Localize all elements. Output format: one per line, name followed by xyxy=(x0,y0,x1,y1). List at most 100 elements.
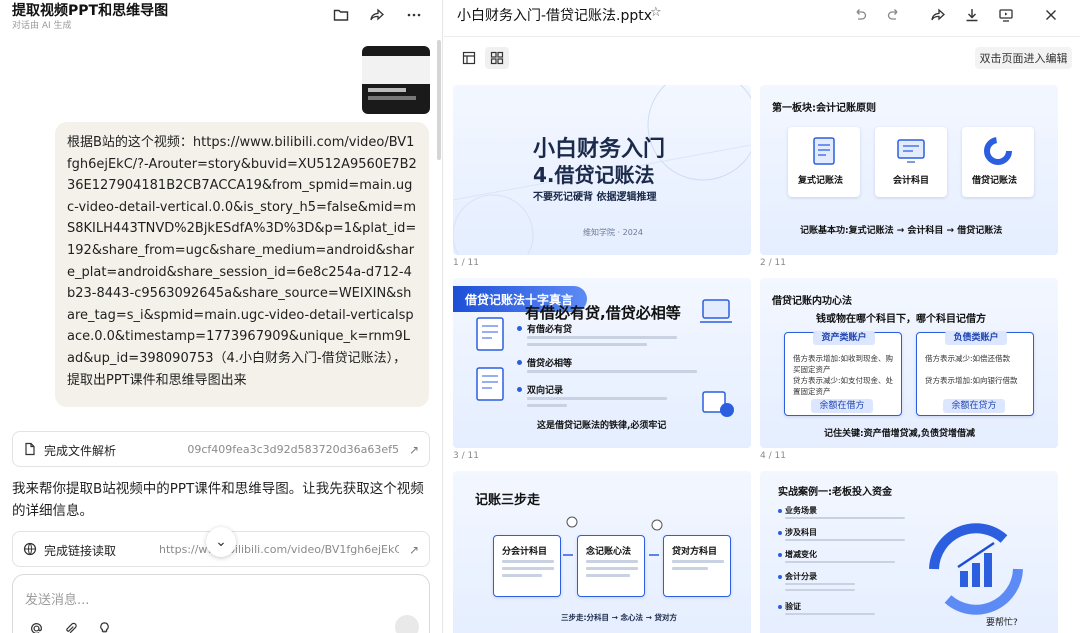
step-title: 分会计科目 xyxy=(502,547,548,557)
scroll-down-button[interactable]: ⌄ xyxy=(206,527,236,557)
input-placeholder: 发送消息... xyxy=(25,593,90,608)
text-line xyxy=(586,567,638,570)
step-card: 分会计科目 xyxy=(493,535,561,597)
text-line xyxy=(502,567,554,570)
step-card: 念记账心法 xyxy=(577,535,645,597)
pie-chart-icon xyxy=(984,137,1012,165)
more-icon[interactable] xyxy=(403,4,425,26)
slide-title: 钱或物在哪个科目下，哪个科目记借方 xyxy=(816,314,986,325)
close-icon[interactable] xyxy=(1040,4,1062,26)
text-line xyxy=(672,560,724,563)
text-line xyxy=(785,583,855,585)
slide-thumbnail[interactable]: 小白财务入门 4.借贷记账法 不要死记硬背 依据逻辑推理 维知学院 · 2024 xyxy=(453,85,751,255)
slide-thumbnail[interactable]: 借贷记账内功心法 钱或物在哪个科目下，哪个科目记借方 资产类账户 借方表示增加:… xyxy=(760,278,1058,448)
paperclip-icon[interactable] xyxy=(61,619,79,633)
case-item: 涉及科目 xyxy=(785,528,817,537)
text-line xyxy=(785,539,905,541)
slide-number: 4 / 11 xyxy=(760,451,786,461)
text-line xyxy=(527,370,697,373)
open-arrow-icon[interactable]: ↗ xyxy=(409,543,419,557)
slide-thumbnail[interactable]: 记账三步走 分会计科目 念记账心法 贷对方科目 三步走:分科目 → 念心法 → … xyxy=(453,471,751,633)
case-item: 业务场景 xyxy=(785,506,817,515)
edit-hint-button[interactable]: 双击页面进入编辑 xyxy=(975,47,1072,69)
redo-icon[interactable] xyxy=(883,4,905,26)
balance-pill: 余额在借方 xyxy=(811,399,873,413)
step-title: 念记账心法 xyxy=(586,547,632,557)
bullet-dot xyxy=(778,531,782,535)
bullet-dot xyxy=(778,575,782,579)
text-line xyxy=(502,574,542,577)
app-window: 提取视频PPT和思维导图 对话由 AI 生成 根据B站的这个视频：https:/… xyxy=(0,0,1080,633)
balance-pill: 余额在贷方 xyxy=(943,399,1005,413)
text-line xyxy=(527,343,647,346)
text-line xyxy=(527,336,677,339)
header-divider xyxy=(444,36,1080,37)
bullet-dot xyxy=(778,605,782,609)
share-icon[interactable] xyxy=(927,4,949,26)
lightbulb-icon[interactable] xyxy=(95,619,113,633)
slide-card: 复式记账法 xyxy=(788,127,860,197)
text-line xyxy=(672,567,708,570)
slide-thumbnail[interactable]: 借贷记账法十字真言 有借必有贷,借贷必相等 有借必有贷 借贷必相等 双向记录 这… xyxy=(453,278,751,448)
slide-footer: 这是借贷记账法的铁律,必须牢记 xyxy=(537,421,667,431)
slide-subtitle: 4.借贷记账法 xyxy=(533,163,655,187)
send-button[interactable] xyxy=(395,615,419,633)
single-view-button[interactable] xyxy=(457,47,481,69)
assistant-message: 我来帮你提取B站视频中的PPT课件和思维导图。让我先获取这个视频的详细信息。 xyxy=(12,481,424,519)
link-read-label: 完成链接读取 xyxy=(44,544,117,558)
account-row: 借方表示增加:如收到现金、购买固定资产 xyxy=(793,354,894,374)
help-text[interactable]: 要帮忙? xyxy=(986,615,1018,628)
chat-scrollbar[interactable] xyxy=(437,40,441,160)
liability-account-box: 负债类账户 借方表示减少:如偿还借款 贷方表示增加:如向银行借款 余额在贷方 xyxy=(916,331,1034,416)
file-parse-card[interactable]: 完成文件解析 09cf409fea3c3d92d583720d36a63ef5 … xyxy=(12,431,430,467)
grid-icon xyxy=(490,51,504,65)
clipboard-icon xyxy=(476,317,504,401)
slide-thumbnail[interactable]: 实战案例一:老板投入资金 业务场景 涉及科目 增减变化 会计分录 验证 要帮忙? xyxy=(760,471,1058,633)
text-line xyxy=(527,404,567,407)
step-card: 贷对方科目 xyxy=(663,535,731,597)
slide-thumbnail[interactable]: 第一板块:会计记账原则 复式记账法 会计科目 借贷记账法 记账基本功:复式记账法… xyxy=(760,85,1058,255)
slide-footer: 记住关键:资产借增贷减,负债贷增借减 xyxy=(824,429,976,439)
text-line xyxy=(502,560,554,563)
slide-footer: 维知学院 · 2024 xyxy=(583,228,643,237)
point-title: 双向记录 xyxy=(527,386,564,396)
slide-card: 借贷记账法 xyxy=(962,127,1034,197)
account-row: 借方表示减少:如偿还借款 xyxy=(925,354,1011,363)
slide-footer: 记账基本功:复式记账法 → 会计科目 → 借贷记账法 xyxy=(800,226,1003,236)
step-title: 贷对方科目 xyxy=(672,547,718,557)
present-icon[interactable] xyxy=(995,4,1017,26)
text-line xyxy=(785,561,895,563)
text-line xyxy=(785,589,855,591)
undo-icon[interactable] xyxy=(849,4,871,26)
point-title: 借贷必相等 xyxy=(527,359,573,369)
download-icon[interactable] xyxy=(961,4,983,26)
text-line xyxy=(586,560,638,563)
user-message: 根据B站的这个视频：https://www.bilibili.com/video… xyxy=(55,122,429,407)
preview-pane: 小白财务入门-借贷记账法.pptx ☆ 双击页面进入编辑 小白财务入门 4.借贷… xyxy=(444,0,1080,633)
at-icon[interactable] xyxy=(27,619,45,633)
layout-icon xyxy=(462,51,476,65)
chevron-down-icon: ⌄ xyxy=(215,534,227,550)
folder-icon[interactable] xyxy=(330,4,352,26)
slide-footer: 三步走:分科目 → 念心法 → 贷对方 xyxy=(561,613,678,622)
growth-chart-icon xyxy=(929,523,1023,615)
account-label: 资产类账户 xyxy=(813,331,875,345)
file-icon xyxy=(25,442,35,456)
slide-number: 1 / 11 xyxy=(453,258,479,268)
grid-view-button[interactable] xyxy=(485,47,509,69)
file-parse-label: 完成文件解析 xyxy=(44,444,117,458)
document-icon xyxy=(813,137,835,165)
monitor-icon xyxy=(897,139,925,163)
bullet-dot xyxy=(517,326,522,331)
slide-number: 2 / 11 xyxy=(760,258,786,268)
slide-tagline: 不要死记硬背 依据逻辑推理 xyxy=(533,192,657,203)
chat-header: 提取视频PPT和思维导图 对话由 AI 生成 xyxy=(0,0,443,36)
open-arrow-icon[interactable]: ↗ xyxy=(409,443,419,457)
chat-subtitle: 对话由 AI 生成 xyxy=(12,21,72,31)
chat-pane: 提取视频PPT和思维导图 对话由 AI 生成 根据B站的这个视频：https:/… xyxy=(0,0,443,633)
star-icon[interactable]: ☆ xyxy=(650,5,662,20)
case-item: 验证 xyxy=(785,602,801,611)
message-input[interactable]: 发送消息... xyxy=(12,574,430,633)
share-icon[interactable] xyxy=(366,4,388,26)
video-thumbnail[interactable] xyxy=(362,46,430,114)
